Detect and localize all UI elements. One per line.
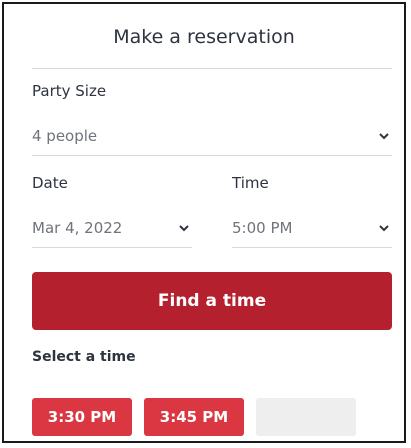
select-time-label: Select a time bbox=[32, 349, 136, 365]
date-select[interactable]: Mar 4, 2022 bbox=[32, 212, 192, 248]
party-size-select[interactable]: 4 people bbox=[32, 120, 392, 156]
time-slot-placeholder bbox=[256, 398, 356, 436]
chevron-down-icon bbox=[379, 133, 389, 140]
chevron-down-icon bbox=[179, 225, 189, 232]
party-size-value: 4 people bbox=[32, 127, 98, 145]
time-label: Time bbox=[232, 174, 269, 192]
time-slot-button[interactable]: 3:45 PM bbox=[144, 398, 244, 436]
time-value: 5:00 PM bbox=[232, 219, 293, 237]
date-value: Mar 4, 2022 bbox=[32, 219, 123, 237]
widget-title: Make a reservation bbox=[113, 26, 295, 48]
time-slot-button[interactable]: 3:30 PM bbox=[32, 398, 132, 436]
party-size-label: Party Size bbox=[32, 82, 107, 100]
reservation-widget: Make a reservation Party Size 4 people D… bbox=[2, 2, 406, 443]
date-label: Date bbox=[32, 174, 68, 192]
find-a-time-button[interactable]: Find a time bbox=[32, 272, 392, 330]
time-select[interactable]: 5:00 PM bbox=[232, 212, 392, 248]
title-divider bbox=[32, 68, 392, 69]
chevron-down-icon bbox=[379, 225, 389, 232]
